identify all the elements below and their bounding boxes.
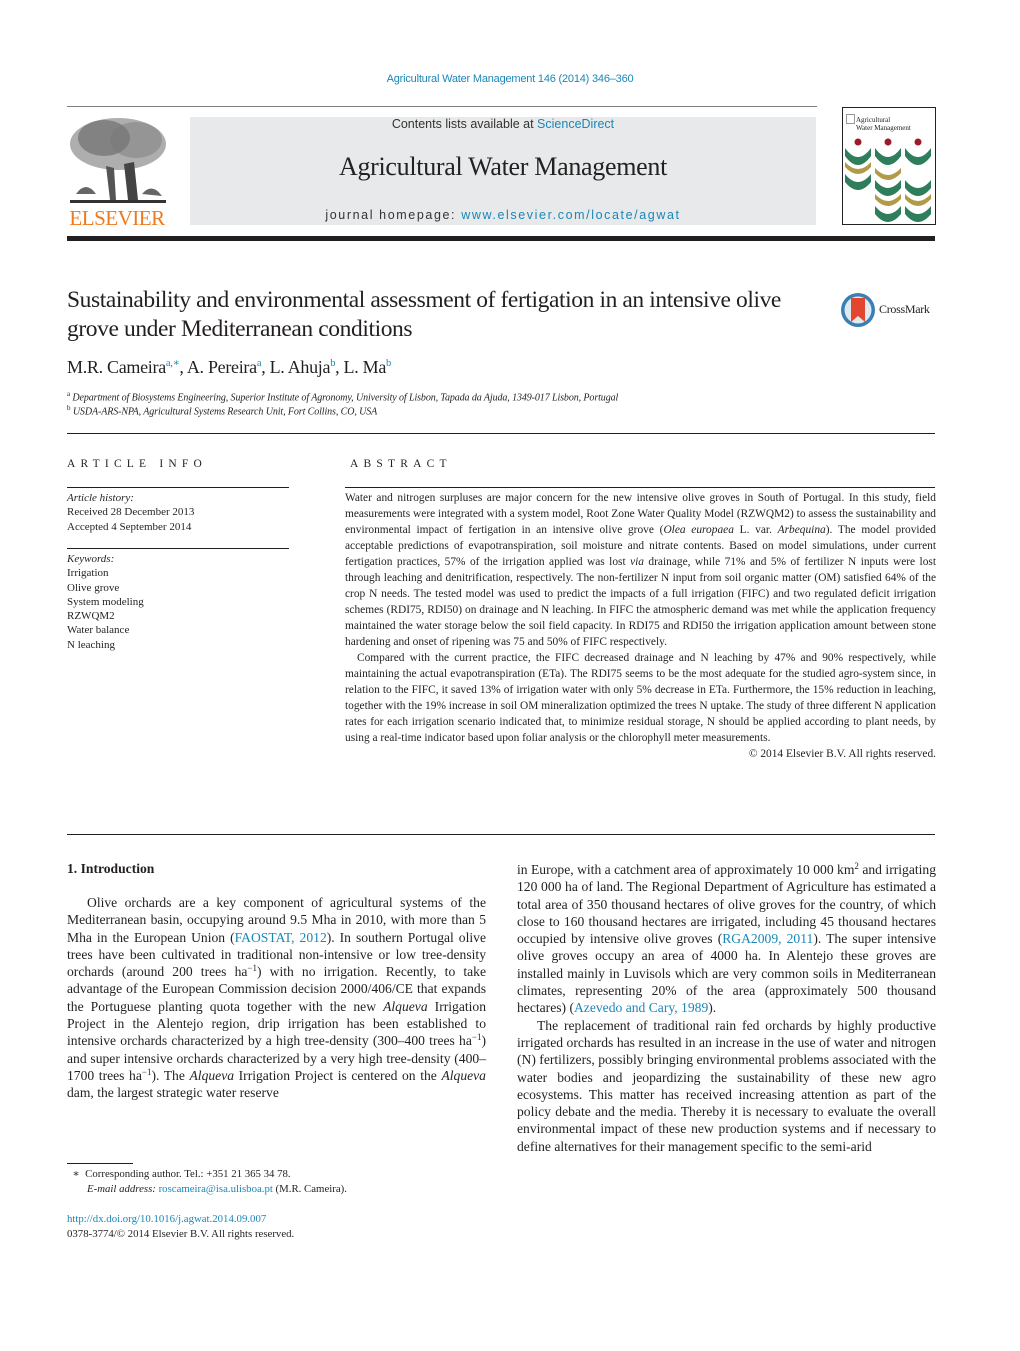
crossmark-button[interactable]: CrossMark	[840, 292, 940, 328]
body-column-left: Olive orchards are a key component of ag…	[67, 894, 486, 1102]
contents-line: Contents lists available at ScienceDirec…	[190, 117, 816, 131]
body-column-right: in Europe, with a catchment area of appr…	[517, 861, 936, 1155]
journal-homepage-line: journal homepage: www.elsevier.com/locat…	[190, 208, 816, 222]
journal-cover-thumbnail[interactable]: Agricultural Water Management	[842, 107, 936, 225]
author-affiliation-mark[interactable]: a	[257, 358, 262, 369]
footnote-divider	[67, 1163, 133, 1164]
keyword-item: RZWQM2	[67, 610, 115, 623]
email-note: E-mail address: roscameira@isa.ulisboa.p…	[87, 1182, 347, 1195]
doi-link[interactable]: http://dx.doi.org/10.1016/j.agwat.2014.0…	[67, 1213, 266, 1225]
cover-pattern-icon	[845, 138, 931, 222]
abstract-divider	[345, 487, 935, 488]
abstract-paragraph: Water and nitrogen surpluses are major c…	[345, 492, 937, 648]
journal-title: Agricultural Water Management	[338, 152, 668, 181]
accepted-date: Accepted 4 September 2014	[67, 520, 192, 533]
article-history: Article history: Received 28 December 20…	[67, 491, 194, 534]
author-list: M.R. Cameiraa,∗, A. Pereiraa, L. Ahujab,…	[67, 357, 391, 377]
keywords-list: Keywords: Irrigation Olive grove System …	[67, 552, 144, 652]
top-divider	[67, 106, 817, 107]
doi-block: http://dx.doi.org/10.1016/j.agwat.2014.0…	[67, 1212, 294, 1241]
keyword-item: System modeling	[67, 595, 144, 608]
elsevier-wordmark: ELSEVIER	[69, 206, 165, 230]
tree-icon	[70, 118, 166, 203]
reference-link[interactable]: FAOSTAT, 2012	[235, 930, 327, 945]
cover-publisher-icon	[846, 114, 855, 124]
abstract-copyright: © 2014 Elsevier B.V. All rights reserved…	[748, 748, 936, 760]
author-name[interactable]: M.R. Cameira	[67, 357, 166, 377]
keyword-item: Olive grove	[67, 581, 120, 594]
contents-prefix: Contents lists available at	[391, 117, 538, 131]
author-affiliation-mark[interactable]: b	[386, 358, 391, 369]
author-name[interactable]: L. Ma	[344, 357, 387, 377]
article-info-heading: ARTICLE INFO	[67, 458, 207, 470]
article-info-divider	[67, 487, 289, 488]
header-thick-divider	[67, 236, 935, 241]
crossmark-label: CrossMark	[879, 302, 930, 316]
crossmark-icon	[841, 293, 875, 327]
sciencedirect-link[interactable]: ScienceDirect	[537, 117, 614, 131]
author-affiliation-mark[interactable]: a,∗	[166, 358, 180, 369]
keywords-divider	[67, 548, 289, 549]
body-paragraph: in Europe, with a catchment area of appr…	[517, 861, 936, 1016]
corresponding-author-note: ∗ Corresponding author. Tel.: +351 21 36…	[72, 1168, 291, 1180]
keyword-item: Irrigation	[67, 567, 109, 580]
keyword-item: Water balance	[67, 624, 130, 637]
reference-link[interactable]: RGA2009, 2011	[722, 931, 813, 946]
abstract-heading: ABSTRACT	[350, 458, 452, 470]
affiliation-divider	[67, 433, 935, 434]
keyword-item: N leaching	[67, 638, 115, 651]
article-title: Sustainability and environmental assessm…	[67, 287, 781, 342]
affiliation-b: b USDA-ARS-NPA, Agricultural Systems Res…	[67, 404, 378, 418]
journal-citation[interactable]: Agricultural Water Management 146 (2014)…	[0, 73, 1020, 85]
body-paragraph: The replacement of traditional rain fed …	[517, 1017, 936, 1154]
cover-title: Agricultural Water Management	[856, 116, 911, 132]
homepage-prefix: journal homepage:	[325, 208, 462, 222]
journal-homepage-link[interactable]: www.elsevier.com/locate/agwat	[461, 208, 680, 222]
received-date: Received 28 December 2013	[67, 506, 195, 519]
author-name[interactable]: L. Ahuja	[270, 357, 331, 377]
author-name[interactable]: A. Pereira	[187, 357, 257, 377]
issn-copyright: 0378-3774/© 2014 Elsevier B.V. All right…	[67, 1227, 295, 1240]
abstract-paragraph: Compared with the current practice, the …	[345, 652, 936, 744]
abstract-body: Water and nitrogen surpluses are major c…	[345, 490, 936, 762]
email-link[interactable]: roscameira@isa.ulisboa.pt	[159, 1183, 273, 1195]
section-heading-introduction: 1. Introduction	[67, 861, 155, 876]
reference-link[interactable]: Azevedo and Cary, 1989	[574, 1000, 708, 1015]
body-divider	[67, 834, 935, 835]
author-affiliation-mark[interactable]: b	[330, 358, 335, 369]
history-label: Article history:	[67, 492, 134, 504]
affiliation-a: a Department of Biosystems Engineering, …	[67, 390, 619, 404]
keywords-label: Keywords:	[67, 553, 115, 565]
body-paragraph: Olive orchards are a key component of ag…	[67, 895, 487, 1101]
footnotes: ∗ Corresponding author. Tel.: +351 21 36…	[67, 1167, 347, 1196]
